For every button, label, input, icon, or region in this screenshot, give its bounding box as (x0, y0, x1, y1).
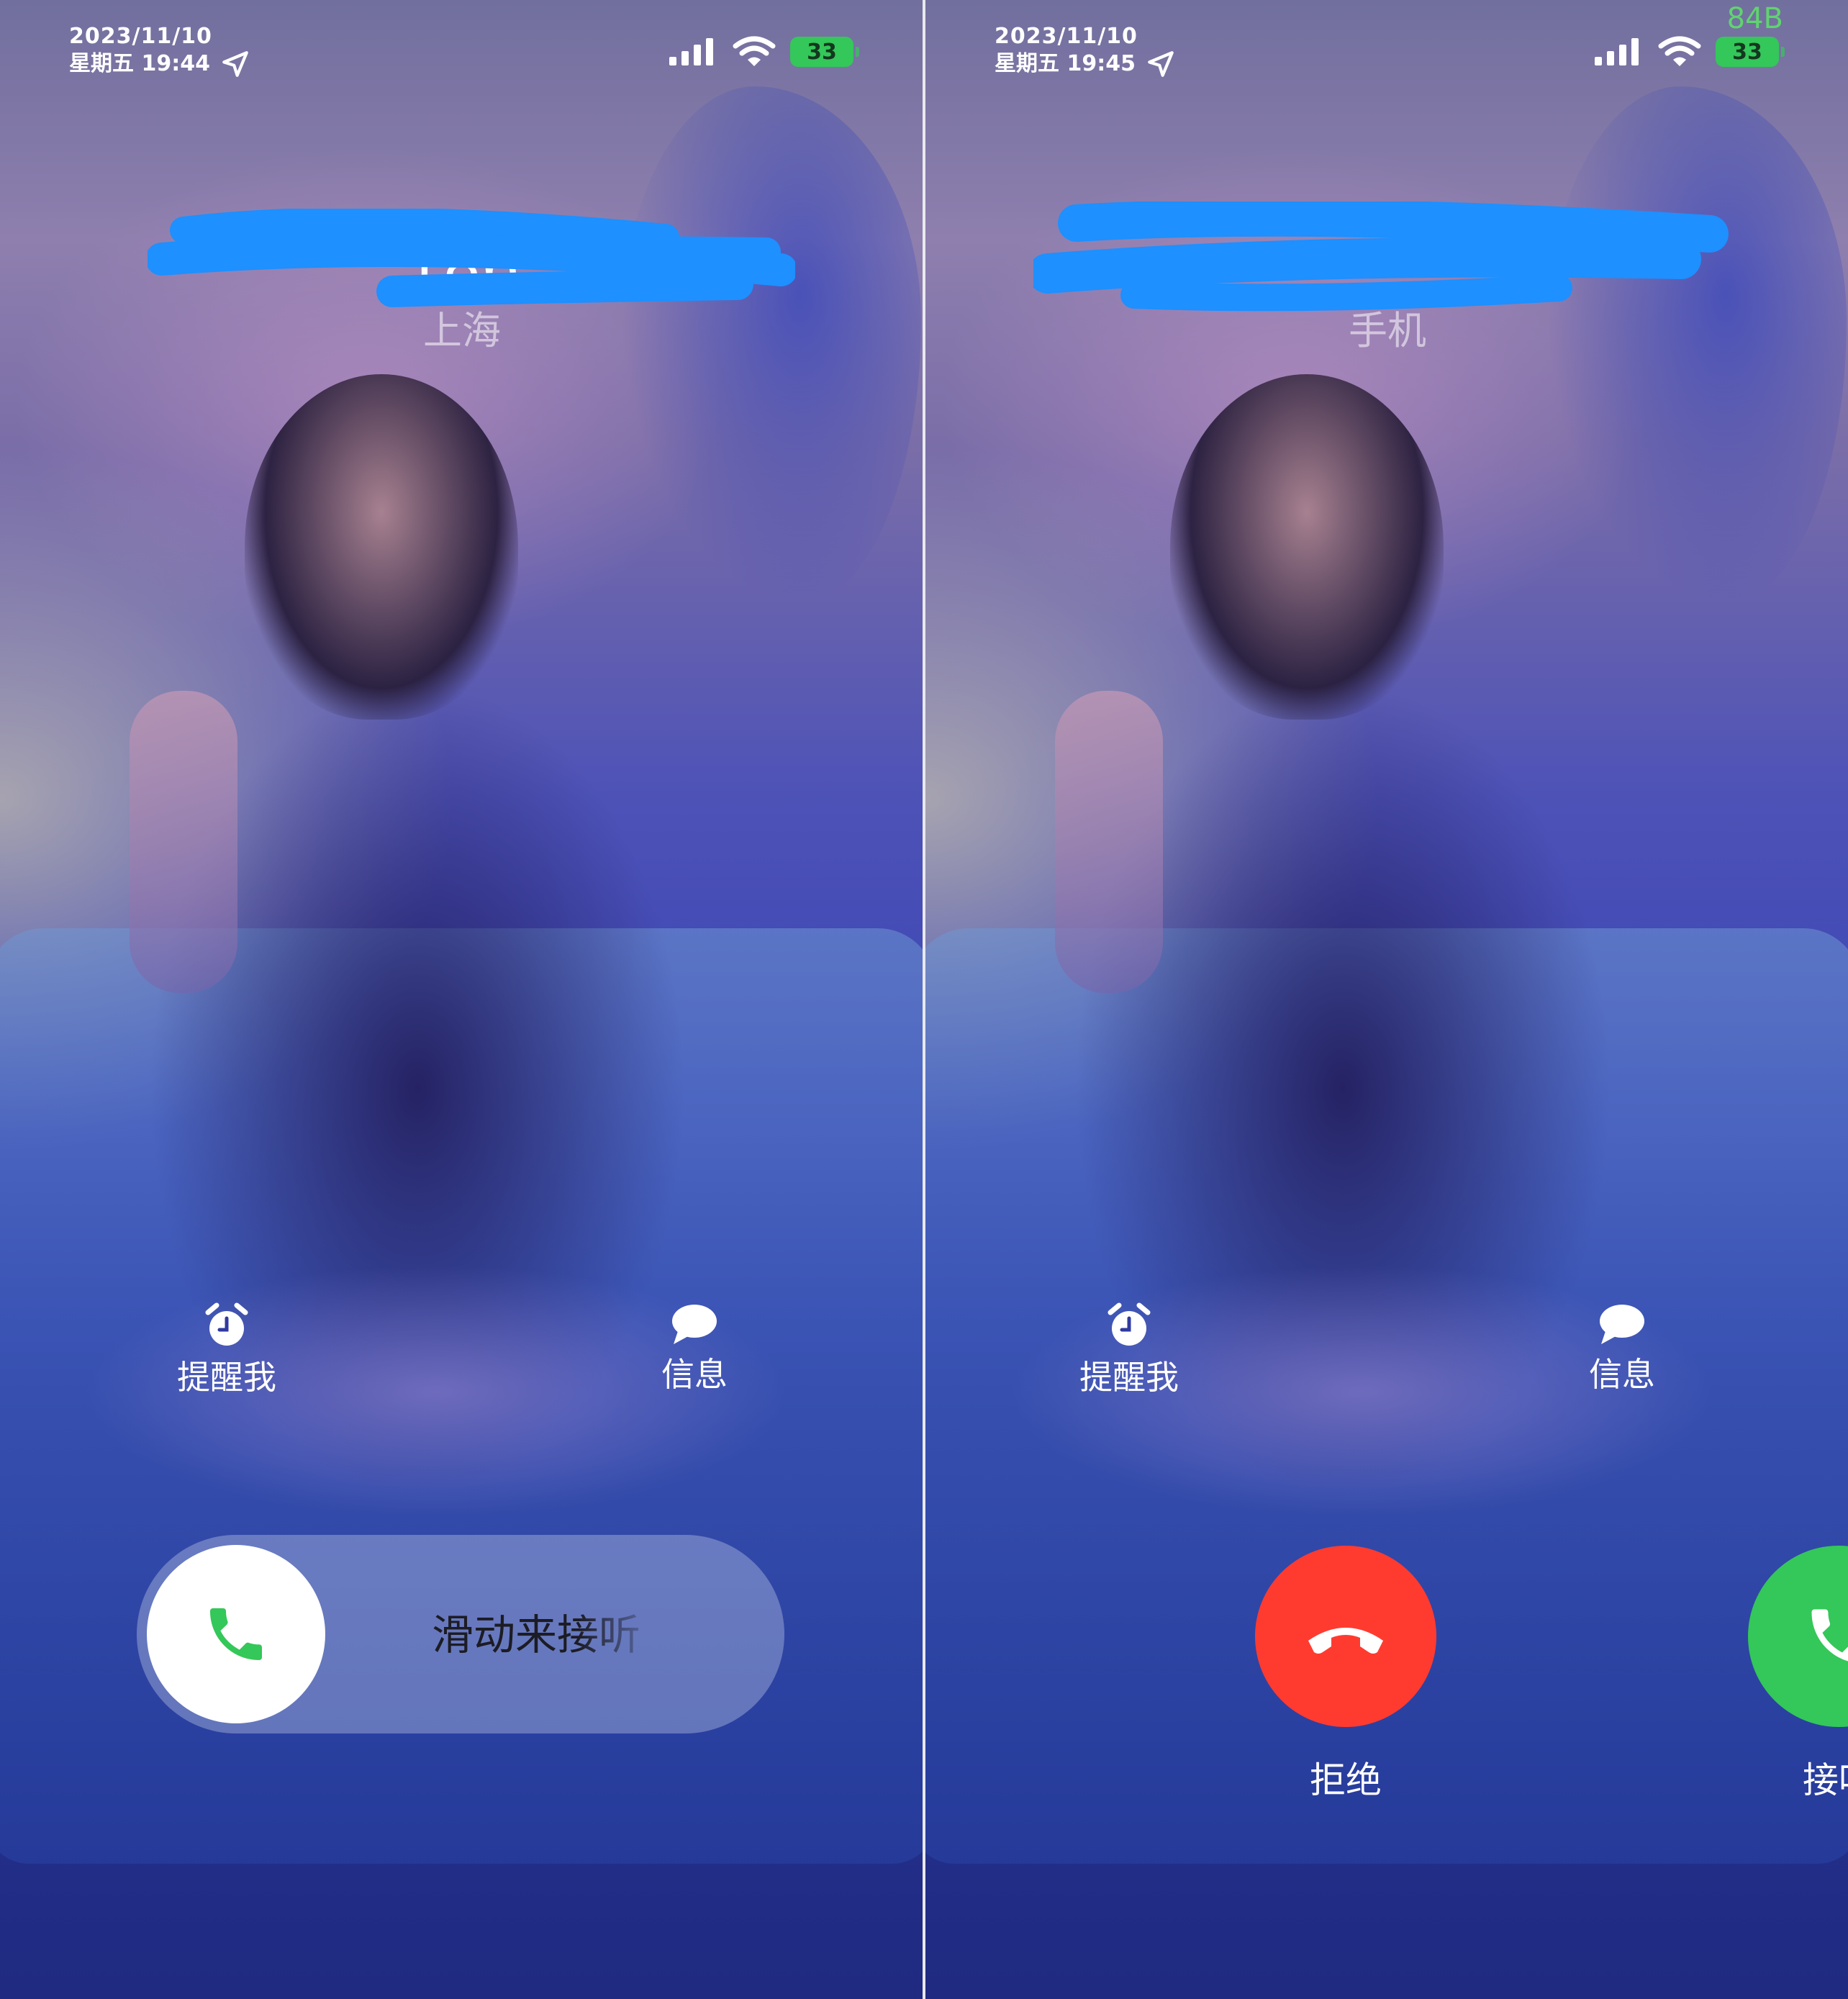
accept-call[interactable]: 接听 (1745, 1546, 1848, 1803)
status-date: 2023/11/10 (995, 24, 1138, 49)
wifi-icon (733, 36, 776, 66)
network-speed: 84B (1726, 2, 1783, 35)
caller-label: 手机 (1349, 308, 1426, 353)
wallpaper-figure-head (245, 374, 518, 720)
battery-icon: 33 (790, 37, 859, 67)
incoming-call-screen-buttons: 2023/11/10 星期五 19:45 84B 33 手机 提醒我 信息 拒绝… (923, 0, 1848, 1999)
decline-label: 拒绝 (1310, 1759, 1382, 1801)
message-bubble-icon (672, 1305, 717, 1344)
accept-label: 接听 (1803, 1759, 1848, 1801)
status-weekday-time: 星期五 19:44 (69, 51, 210, 76)
remind-me-button[interactable]: 提醒我 (148, 1302, 306, 1399)
incoming-call-screen-slide: 2023/11/10 星期五 19:44 33 186 上海 提醒我 信息 滑动… (0, 0, 923, 1999)
status-date: 2023/11/10 (69, 24, 212, 49)
slide-to-answer-knob[interactable] (147, 1545, 325, 1723)
message-label: 信息 (661, 1355, 728, 1394)
status-bar-left: 2023/11/10 星期五 19:44 (69, 24, 250, 79)
message-button[interactable]: 信息 (615, 1302, 774, 1396)
wifi-icon (1658, 36, 1701, 66)
status-bar-right: 33 (1593, 36, 1785, 68)
location-arrow-icon (1148, 51, 1174, 77)
status-bar-left: 2023/11/10 星期五 19:45 (995, 24, 1176, 79)
wallpaper-figure-arm (1055, 691, 1163, 993)
alarm-clock-icon (1108, 1302, 1151, 1346)
slide-to-answer-label: 滑动来接听 (432, 1610, 641, 1659)
wallpaper-figure-arm (130, 691, 237, 993)
cellular-signal-icon (669, 38, 713, 65)
message-bubble-icon (1600, 1305, 1644, 1344)
wallpaper-figure-head (1170, 374, 1444, 720)
remind-me-label: 提醒我 (177, 1358, 276, 1397)
redaction-scribble (148, 209, 795, 307)
decline-button[interactable] (1255, 1546, 1436, 1727)
location-arrow-icon (222, 51, 248, 77)
message-button[interactable]: 信息 (1543, 1302, 1701, 1396)
battery-icon: 33 (1716, 37, 1785, 67)
accept-button[interactable] (1748, 1546, 1848, 1727)
incoming-call-comparison: 2023/11/10 星期五 19:44 33 186 上海 提醒我 信息 滑动… (0, 0, 1848, 1999)
phone-handset-icon (1811, 1609, 1848, 1662)
phone-handset-icon (210, 1608, 262, 1660)
slide-to-answer-track[interactable]: 滑动来接听 (137, 1535, 784, 1733)
decline-call[interactable]: 拒绝 (1252, 1546, 1439, 1803)
remind-me-button[interactable]: 提醒我 (1050, 1302, 1208, 1399)
wallpaper-figure-legs (1012, 1223, 1789, 1597)
message-label: 信息 (1589, 1355, 1655, 1394)
status-bar-right: 33 (668, 36, 859, 68)
remind-me-label: 提醒我 (1079, 1358, 1179, 1397)
phone-hangup-icon (1308, 1628, 1383, 1654)
cellular-signal-icon (1595, 38, 1639, 65)
status-weekday-time: 星期五 19:45 (995, 51, 1136, 76)
alarm-clock-icon (205, 1302, 248, 1346)
